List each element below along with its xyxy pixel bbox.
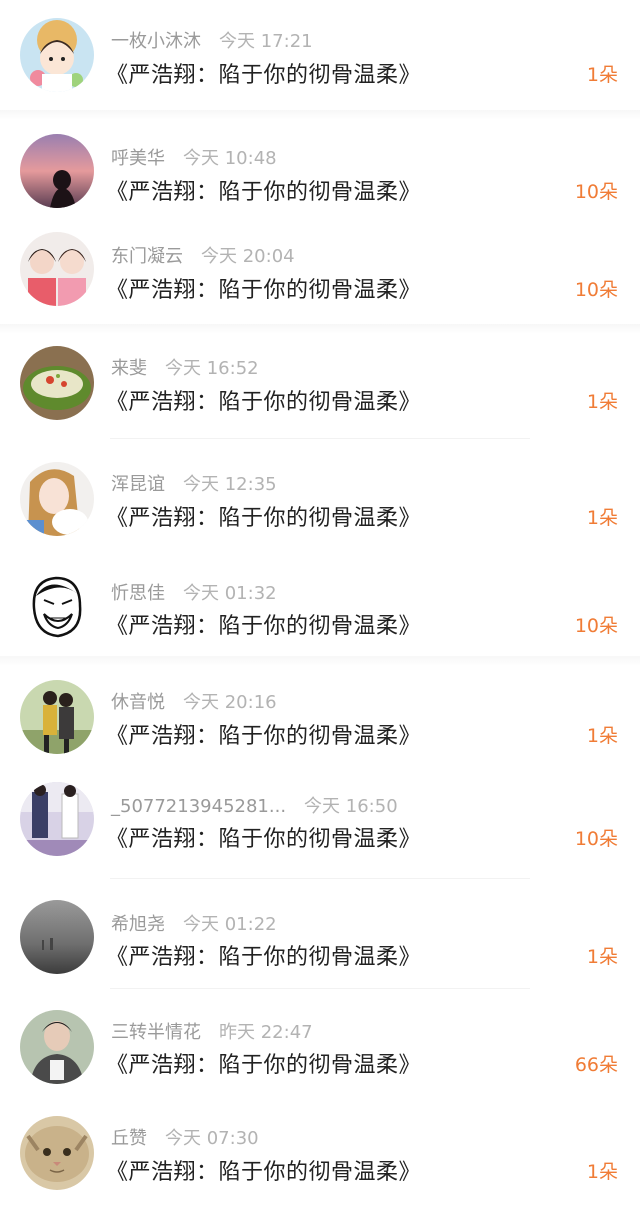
sender-name[interactable]: 一枚小沐沐 [111,31,201,52]
sender-name[interactable]: 来斐 [111,358,147,379]
list-item[interactable]: 希旭尧 今天 01:22 《严浩翔：陷于你的彻骨温柔》 1朵 [0,880,640,988]
sender-meta: 东门凝云 今天 20:04 [111,242,295,268]
article-title[interactable]: 《严浩翔：陷于你的彻骨温柔》 [106,57,421,89]
avatar[interactable] [20,232,94,306]
sender-meta: 三转半情花 昨天 22:47 [111,1018,313,1044]
article-title[interactable]: 《严浩翔：陷于你的彻骨温柔》 [106,1047,421,1079]
sender-meta: 来斐 今天 16:52 [111,354,259,380]
avatar[interactable] [20,680,94,754]
avatar[interactable] [20,134,94,208]
section-gap [0,656,640,666]
article-title[interactable]: 《严浩翔：陷于你的彻骨温柔》 [106,384,421,416]
row-divider [110,878,530,879]
list-item[interactable]: 忻思佳 今天 01:32 《严浩翔：陷于你的彻骨温柔》 10朵 [0,552,640,656]
section-gap [0,110,640,120]
avatar[interactable] [20,1116,94,1190]
flower-count: 1朵 [586,1161,618,1183]
gift-time: 今天 20:16 [183,692,277,713]
list-item[interactable]: _5077213945281... 今天 16:50 《严浩翔：陷于你的彻骨温柔》… [0,764,640,878]
list-item[interactable]: 休音悦 今天 20:16 《严浩翔：陷于你的彻骨温柔》 1朵 [0,666,640,764]
flower-count: 66朵 [574,1054,618,1076]
avatar[interactable] [20,570,94,644]
gift-time: 今天 16:52 [165,358,259,379]
sender-name[interactable]: 浑昆谊 [111,474,165,495]
list-item[interactable]: 东门凝云 今天 20:04 《严浩翔：陷于你的彻骨温柔》 10朵 [0,218,640,328]
gift-time: 今天 01:32 [183,583,277,604]
gift-time: 今天 07:30 [165,1128,259,1149]
list-item[interactable]: 丘赞 今天 07:30 《严浩翔：陷于你的彻骨温柔》 1朵 [0,1096,640,1206]
flower-count: 1朵 [586,725,618,747]
article-title[interactable]: 《严浩翔：陷于你的彻骨温柔》 [106,939,421,971]
avatar-image [20,1010,94,1084]
flower-count: 10朵 [574,615,618,637]
list-item[interactable]: 来斐 今天 16:52 《严浩翔：陷于你的彻骨温柔》 1朵 [0,334,640,438]
flower-count: 1朵 [586,64,618,86]
list-item[interactable]: 一枚小沐沐 今天 17:21 《严浩翔：陷于你的彻骨温柔》 1朵 [0,0,640,110]
flower-count: 10朵 [574,828,618,850]
avatar-image [20,782,94,856]
article-title[interactable]: 《严浩翔：陷于你的彻骨温柔》 [106,272,421,304]
avatar[interactable] [20,462,94,536]
sender-meta: _5077213945281... 今天 16:50 [111,792,398,818]
avatar-image [20,680,94,754]
gift-time: 昨天 22:47 [219,1022,313,1043]
avatar-image [20,134,94,208]
row-divider [110,988,530,989]
sender-name[interactable]: 呼美华 [111,148,165,169]
gift-time: 今天 20:04 [201,246,295,267]
flower-count: 1朵 [586,391,618,413]
sender-name[interactable]: 休音悦 [111,692,165,713]
avatar[interactable] [20,1010,94,1084]
section-gap [0,324,640,334]
sender-meta: 休音悦 今天 20:16 [111,688,277,714]
avatar-image [20,570,94,644]
flower-count: 10朵 [574,181,618,203]
article-title[interactable]: 《严浩翔：陷于你的彻骨温柔》 [106,174,421,206]
avatar[interactable] [20,782,94,856]
article-title[interactable]: 《严浩翔：陷于你的彻骨温柔》 [106,1154,421,1186]
gift-time: 今天 17:21 [219,31,313,52]
sender-name[interactable]: 三转半情花 [111,1022,201,1043]
gift-record-list: 一枚小沐沐 今天 17:21 《严浩翔：陷于你的彻骨温柔》 1朵 呼美华 今天 10… [0,0,640,1206]
avatar[interactable] [20,900,94,974]
avatar-image [20,462,94,536]
sender-name[interactable]: 忻思佳 [111,583,165,604]
gift-time: 今天 16:50 [304,796,398,817]
list-item[interactable]: 浑昆谊 今天 12:35 《严浩翔：陷于你的彻骨温柔》 1朵 [0,440,640,552]
list-item[interactable]: 呼美华 今天 10:48 《严浩翔：陷于你的彻骨温柔》 10朵 [0,120,640,218]
flower-count: 1朵 [586,946,618,968]
sender-name[interactable]: 丘赞 [111,1128,147,1149]
gift-time: 今天 12:35 [183,474,277,495]
row-divider [110,438,530,439]
sender-meta: 忻思佳 今天 01:32 [111,579,277,605]
article-title[interactable]: 《严浩翔：陷于你的彻骨温柔》 [106,608,421,640]
gift-time: 今天 10:48 [183,148,277,169]
flower-count: 1朵 [586,507,618,529]
article-title[interactable]: 《严浩翔：陷于你的彻骨温柔》 [106,500,421,532]
avatar[interactable] [20,346,94,420]
sender-meta: 浑昆谊 今天 12:35 [111,470,277,496]
sender-name[interactable]: 东门凝云 [111,246,183,267]
article-title[interactable]: 《严浩翔：陷于你的彻骨温柔》 [106,821,421,853]
avatar[interactable] [20,18,94,92]
sender-meta: 呼美华 今天 10:48 [111,144,277,170]
avatar-image [20,18,94,92]
avatar-image [20,1116,94,1190]
sender-meta: 丘赞 今天 07:30 [111,1124,259,1150]
sender-name[interactable]: _5077213945281... [111,796,286,817]
list-item[interactable]: 三转半情花 昨天 22:47 《严浩翔：陷于你的彻骨温柔》 66朵 [0,990,640,1096]
sender-name[interactable]: 希旭尧 [111,914,165,935]
avatar-image [20,346,94,420]
flower-count: 10朵 [574,279,618,301]
gift-time: 今天 01:22 [183,914,277,935]
sender-meta: 一枚小沐沐 今天 17:21 [111,27,313,53]
avatar-image [20,900,94,974]
avatar-image [20,232,94,306]
article-title[interactable]: 《严浩翔：陷于你的彻骨温柔》 [106,718,421,750]
sender-meta: 希旭尧 今天 01:22 [111,910,277,936]
